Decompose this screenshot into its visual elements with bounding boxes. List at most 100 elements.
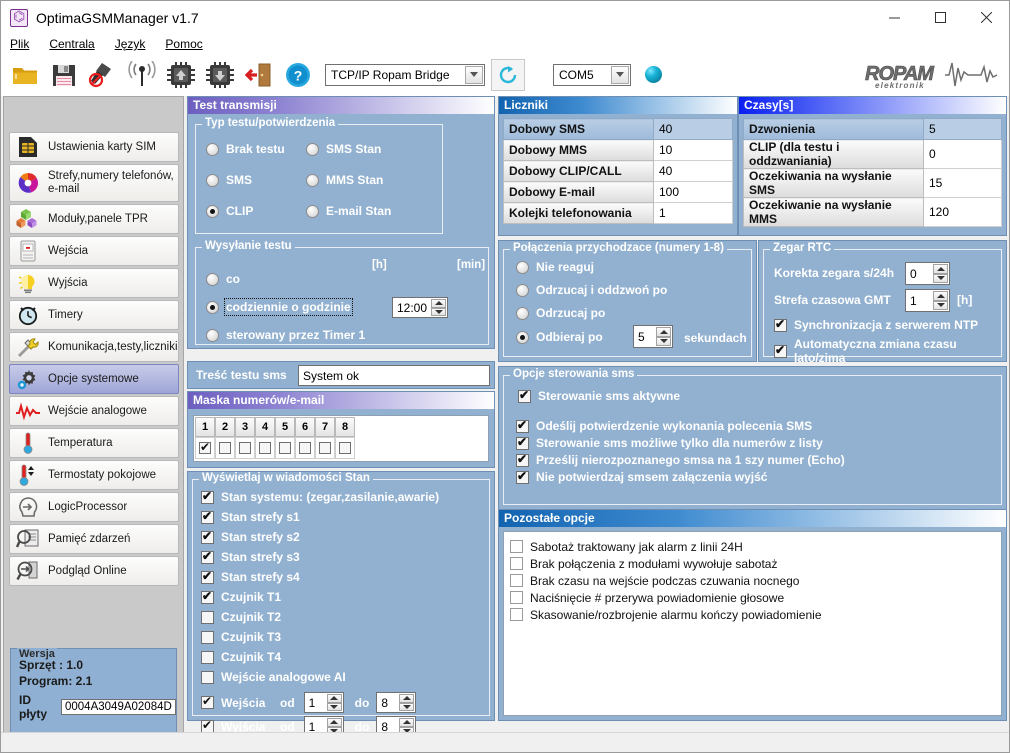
check-sms-confirm[interactable]: Odeślij potwierdzenie wykonania poleceni… xyxy=(516,418,812,433)
menu-plik[interactable]: Plik xyxy=(10,37,29,51)
answer-seconds-spinner[interactable]: 5 xyxy=(633,325,673,348)
timezone-spinner[interactable]: 1 xyxy=(905,289,950,312)
checkbox-icon[interactable] xyxy=(201,589,214,604)
save-floppy-icon[interactable] xyxy=(46,58,82,92)
sidebar-item-communication[interactable]: Komunikacja,testy,liczniki xyxy=(9,332,179,362)
checkbox-icon[interactable] xyxy=(510,574,523,587)
check-sms-no-output-confirm[interactable]: Nie potwierdzaj smsem załączenia wyjść xyxy=(516,469,767,484)
radio-icon[interactable] xyxy=(516,260,529,274)
mask-cell[interactable] xyxy=(215,437,235,459)
spinner-up-icon[interactable] xyxy=(656,327,671,337)
radio-timer1[interactable]: sterowany przez Timer 1 xyxy=(206,328,365,342)
check-zone-s3[interactable]: Stan strefy s3 xyxy=(201,549,300,564)
counter-value[interactable]: 1 xyxy=(653,202,733,224)
radio-odrzucaj-po[interactable]: Odrzucaj po xyxy=(516,306,605,320)
checkbox-icon[interactable] xyxy=(201,569,214,584)
counter-value[interactable]: 10 xyxy=(653,139,733,161)
check-hash-stops-voice[interactable]: Naciśnięcie # przerywa powiadomienie gło… xyxy=(504,589,1001,606)
sidebar-item-system-options[interactable]: Opcje systemowe xyxy=(9,364,179,394)
check-module-loss-sabotage[interactable]: Brak połączenia z modułami wywołuje sabo… xyxy=(504,555,1001,572)
check-no-entry-time-night[interactable]: Brak czasu na wejście podczas czuwania n… xyxy=(504,572,1001,589)
radio-icon[interactable] xyxy=(206,204,219,218)
minimize-button[interactable] xyxy=(871,1,917,34)
checkbox-icon[interactable] xyxy=(201,489,214,504)
checkbox-icon[interactable] xyxy=(201,670,214,684)
sidebar-item-event-memory[interactable]: Pamięć zdarzeń xyxy=(9,524,179,554)
checkbox-icon[interactable] xyxy=(201,610,214,624)
table-row[interactable]: CLIP (dla testu i oddzwaniania) 0 xyxy=(743,139,1002,169)
spinner-up-icon[interactable] xyxy=(399,694,415,703)
mask-cell[interactable] xyxy=(315,437,335,459)
check-zone-s2[interactable]: Stan strefy s2 xyxy=(201,529,300,544)
spinner-buttons[interactable] xyxy=(933,291,948,310)
checkbox-icon[interactable] xyxy=(201,694,214,709)
counter-value[interactable]: 40 xyxy=(653,118,733,140)
spinner-down-icon[interactable] xyxy=(326,702,342,711)
check-system-state[interactable]: Stan systemu: (zegar,zasilanie,awarie) xyxy=(201,489,439,504)
counter-value[interactable]: 100 xyxy=(653,181,733,203)
spinner-down-icon[interactable] xyxy=(933,300,948,310)
counter-value[interactable]: 40 xyxy=(653,160,733,182)
check-sensor-t4[interactable]: Czujnik T4 xyxy=(201,650,281,664)
checkbox-icon[interactable] xyxy=(201,529,214,544)
radio-icon[interactable] xyxy=(516,306,529,320)
check-zone-s4[interactable]: Stan strefy s4 xyxy=(201,569,300,584)
spinner-down-icon[interactable] xyxy=(656,336,671,346)
time-value[interactable]: 15 xyxy=(923,168,1002,198)
check-sensor-t3[interactable]: Czujnik T3 xyxy=(201,630,281,644)
menu-centrala[interactable]: Centrala xyxy=(49,37,94,51)
spinner-down-icon[interactable] xyxy=(933,273,948,283)
radio-icon[interactable] xyxy=(306,142,319,156)
radio-icon[interactable] xyxy=(306,173,319,187)
radio-icon[interactable] xyxy=(516,283,529,297)
checkbox-icon[interactable] xyxy=(510,557,523,570)
checkbox-icon[interactable] xyxy=(201,509,214,524)
checkbox-icon[interactable] xyxy=(516,435,529,450)
table-row[interactable]: Dobowy CLIP/CALL 40 xyxy=(503,160,733,182)
checkbox-icon[interactable] xyxy=(510,591,523,604)
check-analog-input[interactable]: Wejście analogowe AI xyxy=(201,670,346,684)
spinner-down-icon[interactable] xyxy=(431,307,446,316)
chevron-down-icon[interactable] xyxy=(465,65,483,84)
table-row[interactable]: Oczekiwania na wysłanie SMS 15 xyxy=(743,168,1002,198)
checkbox-icon[interactable] xyxy=(774,317,787,332)
sidebar-item-analog-input[interactable]: Wejście analogowe xyxy=(9,396,179,426)
sms-text-input[interactable] xyxy=(298,365,490,386)
sidebar-item-timers[interactable]: Timery xyxy=(9,300,179,330)
radio-co[interactable]: co xyxy=(206,272,240,286)
mask-cell[interactable] xyxy=(295,437,315,459)
spinner-down-icon[interactable] xyxy=(399,702,415,711)
spinner-buttons[interactable] xyxy=(399,694,415,711)
checkbox-icon[interactable] xyxy=(516,452,529,467)
clock-correction-spinner[interactable]: 0 xyxy=(905,262,950,285)
mask-cell[interactable] xyxy=(335,437,355,459)
table-row[interactable]: Dobowy E-mail 100 xyxy=(503,181,733,203)
spinner-up-icon[interactable] xyxy=(326,694,342,703)
inputs-to-spinner[interactable]: 8 xyxy=(376,692,417,713)
sidebar-item-sim[interactable]: Ustawienia karty SIM xyxy=(9,132,179,162)
checkbox-icon[interactable] xyxy=(201,630,214,644)
mask-cell[interactable] xyxy=(275,437,295,459)
time-value[interactable]: 0 xyxy=(923,139,1002,169)
spinner-buttons[interactable] xyxy=(326,694,342,711)
radio-codziennie[interactable]: codziennie o godzinie xyxy=(206,298,353,316)
spinner-buttons[interactable] xyxy=(933,264,948,283)
radio-clip[interactable]: CLIP xyxy=(206,204,253,218)
radio-icon[interactable] xyxy=(516,330,529,344)
table-row[interactable]: Dobowy MMS 10 xyxy=(503,139,733,161)
check-disarm-ends-notify[interactable]: Skasowanie/rozbrojenie alarmu kończy pow… xyxy=(504,606,1001,623)
mask-checkbox[interactable] xyxy=(239,442,251,454)
check-sms-control-active[interactable]: Sterowanie sms aktywne xyxy=(518,388,680,403)
chevron-down-icon[interactable] xyxy=(611,65,629,84)
table-row[interactable]: Kolejki telefonowania 1 xyxy=(503,202,733,224)
mask-cell[interactable] xyxy=(255,437,275,459)
mask-cell[interactable] xyxy=(235,437,255,459)
close-button[interactable] xyxy=(963,1,1009,34)
mask-checkbox[interactable] xyxy=(319,442,331,454)
sidebar-item-online-preview[interactable]: Podgląd Online xyxy=(9,556,179,586)
radio-icon[interactable] xyxy=(206,142,219,156)
spinner-up-icon[interactable] xyxy=(326,718,342,727)
mask-checkbox[interactable] xyxy=(279,442,291,454)
table-row[interactable]: Dobowy SMS 40 xyxy=(503,118,733,140)
board-id-field[interactable] xyxy=(61,699,176,715)
